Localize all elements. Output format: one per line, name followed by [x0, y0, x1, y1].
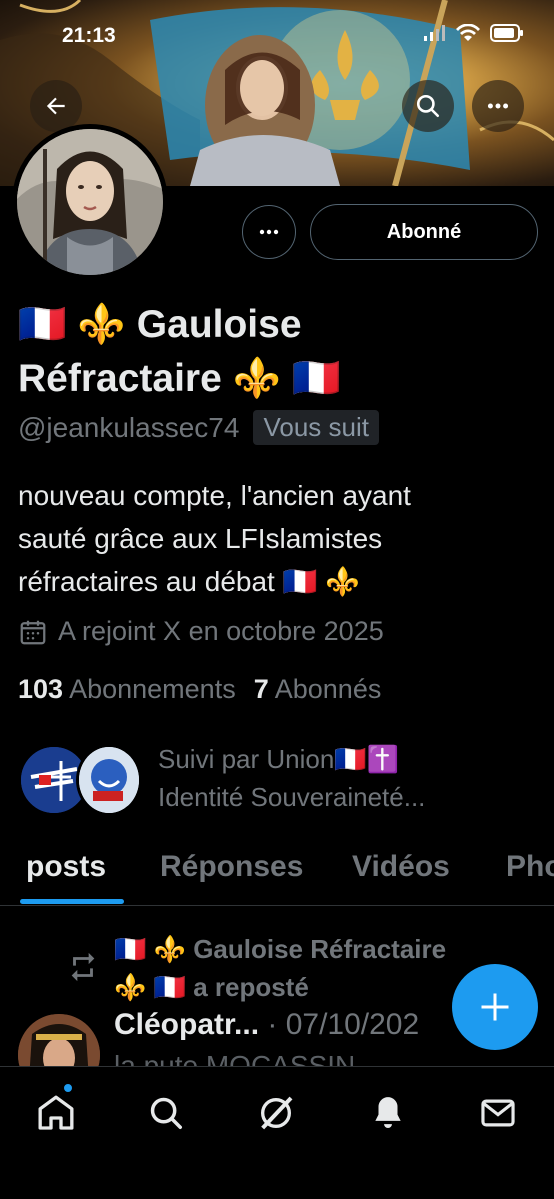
search-icon: [150, 1097, 182, 1129]
profile-more-button[interactable]: [242, 205, 296, 259]
messages-icon: [481, 1099, 515, 1127]
signal-icon: [424, 25, 445, 41]
bio-line1: nouveau compte, l'ancien ayant: [18, 480, 411, 511]
status-time: 21:13: [62, 24, 116, 47]
tab-photos[interactable]: Pho: [506, 850, 554, 884]
following-button[interactable]: Abonné: [310, 204, 538, 260]
search-button[interactable]: [402, 80, 454, 132]
profile-bio: nouveau compte, l'ancien ayant sauté grâ…: [18, 474, 538, 603]
followers-link[interactable]: 7 Abonnés: [254, 674, 382, 705]
joined-text: A rejoint X en octobre 2025: [58, 616, 384, 646]
active-tab-indicator: [20, 899, 124, 904]
more-icon: [487, 103, 509, 109]
post-header: Cléopatr... · 07/10/202: [114, 1008, 419, 1042]
nav-grok[interactable]: [254, 1091, 298, 1135]
more-icon: [259, 229, 279, 235]
following-link[interactable]: 103 Abonnements: [18, 674, 236, 705]
followed-by-line1: Suivi par Union🇫🇷✝️: [158, 744, 400, 774]
repost-icon: [71, 952, 95, 982]
more-options-button[interactable]: [472, 80, 524, 132]
battery-icon: [490, 24, 523, 42]
notifications-icon: [375, 1097, 401, 1129]
repost-line1: 🇫🇷 ⚜️ Gauloise Réfractaire: [114, 934, 447, 964]
handle-row: @jeankulassec74 Vous suit: [18, 410, 379, 445]
followers-count: 7: [253, 674, 269, 704]
back-button[interactable]: [30, 80, 82, 132]
bio-line2: sauté grâce aux LFIslamistes: [18, 523, 383, 554]
follow-stats: 103 Abonnements 7 Abonnés: [18, 674, 381, 705]
profile-handle: @jeankulassec74: [18, 411, 240, 443]
profile-name-line2: Réfractaire ⚜️ 🇫🇷: [18, 357, 341, 400]
nav-messages[interactable]: [476, 1091, 520, 1135]
home-notification-dot: [62, 1082, 74, 1094]
nav-home[interactable]: [34, 1091, 78, 1135]
repost-indicator: 🇫🇷 ⚜️ Gauloise Réfractaire ⚜️ 🇫🇷 a repos…: [66, 930, 514, 1006]
followed-by-text: Suivi par Union🇫🇷✝️ Identité Souverainet…: [158, 740, 538, 816]
follows-you-badge: Vous suit: [253, 410, 379, 445]
profile-tabs: posts Réponses Vidéos Pho: [0, 840, 554, 906]
status-icons: [424, 24, 524, 42]
tab-replies[interactable]: Réponses: [160, 850, 303, 884]
compose-button[interactable]: [452, 964, 538, 1050]
bottom-nav: [0, 1066, 554, 1199]
nav-search[interactable]: [144, 1091, 188, 1135]
wifi-icon: [456, 24, 480, 41]
following-label: Abonnements: [69, 674, 236, 704]
grok-icon: [261, 1096, 293, 1130]
tab-videos[interactable]: Vidéos: [352, 850, 450, 884]
home-icon: [38, 1095, 74, 1130]
post-date: · 07/10/202: [267, 1008, 420, 1041]
bio-line3: réfractaires au débat 🇫🇷 ⚜️: [18, 566, 361, 597]
nav-notifications[interactable]: [366, 1091, 410, 1135]
profile-avatar[interactable]: [12, 124, 168, 280]
followers-label: Abonnés: [274, 674, 382, 704]
search-icon: [416, 94, 440, 118]
calendar-icon: [20, 620, 46, 644]
tab-posts[interactable]: posts: [26, 850, 106, 884]
plus-icon: [481, 993, 509, 1021]
profile-name-line1: 🇫🇷 ⚜️ Gauloise: [18, 303, 302, 346]
joined-date: A rejoint X en octobre 2025: [18, 616, 384, 647]
follower-avatar-2: [76, 744, 142, 816]
arrow-left-icon: [46, 97, 65, 115]
post-author[interactable]: Cléopatr...: [114, 1008, 259, 1041]
followed-by[interactable]: Suivi par Union🇫🇷✝️ Identité Souverainet…: [18, 740, 538, 820]
profile-name: 🇫🇷 ⚜️ Gauloise Réfractaire ⚜️ 🇫🇷: [18, 298, 538, 406]
followed-by-line2: Identité Souveraineté...: [158, 782, 426, 812]
following-count: 103: [18, 674, 64, 704]
